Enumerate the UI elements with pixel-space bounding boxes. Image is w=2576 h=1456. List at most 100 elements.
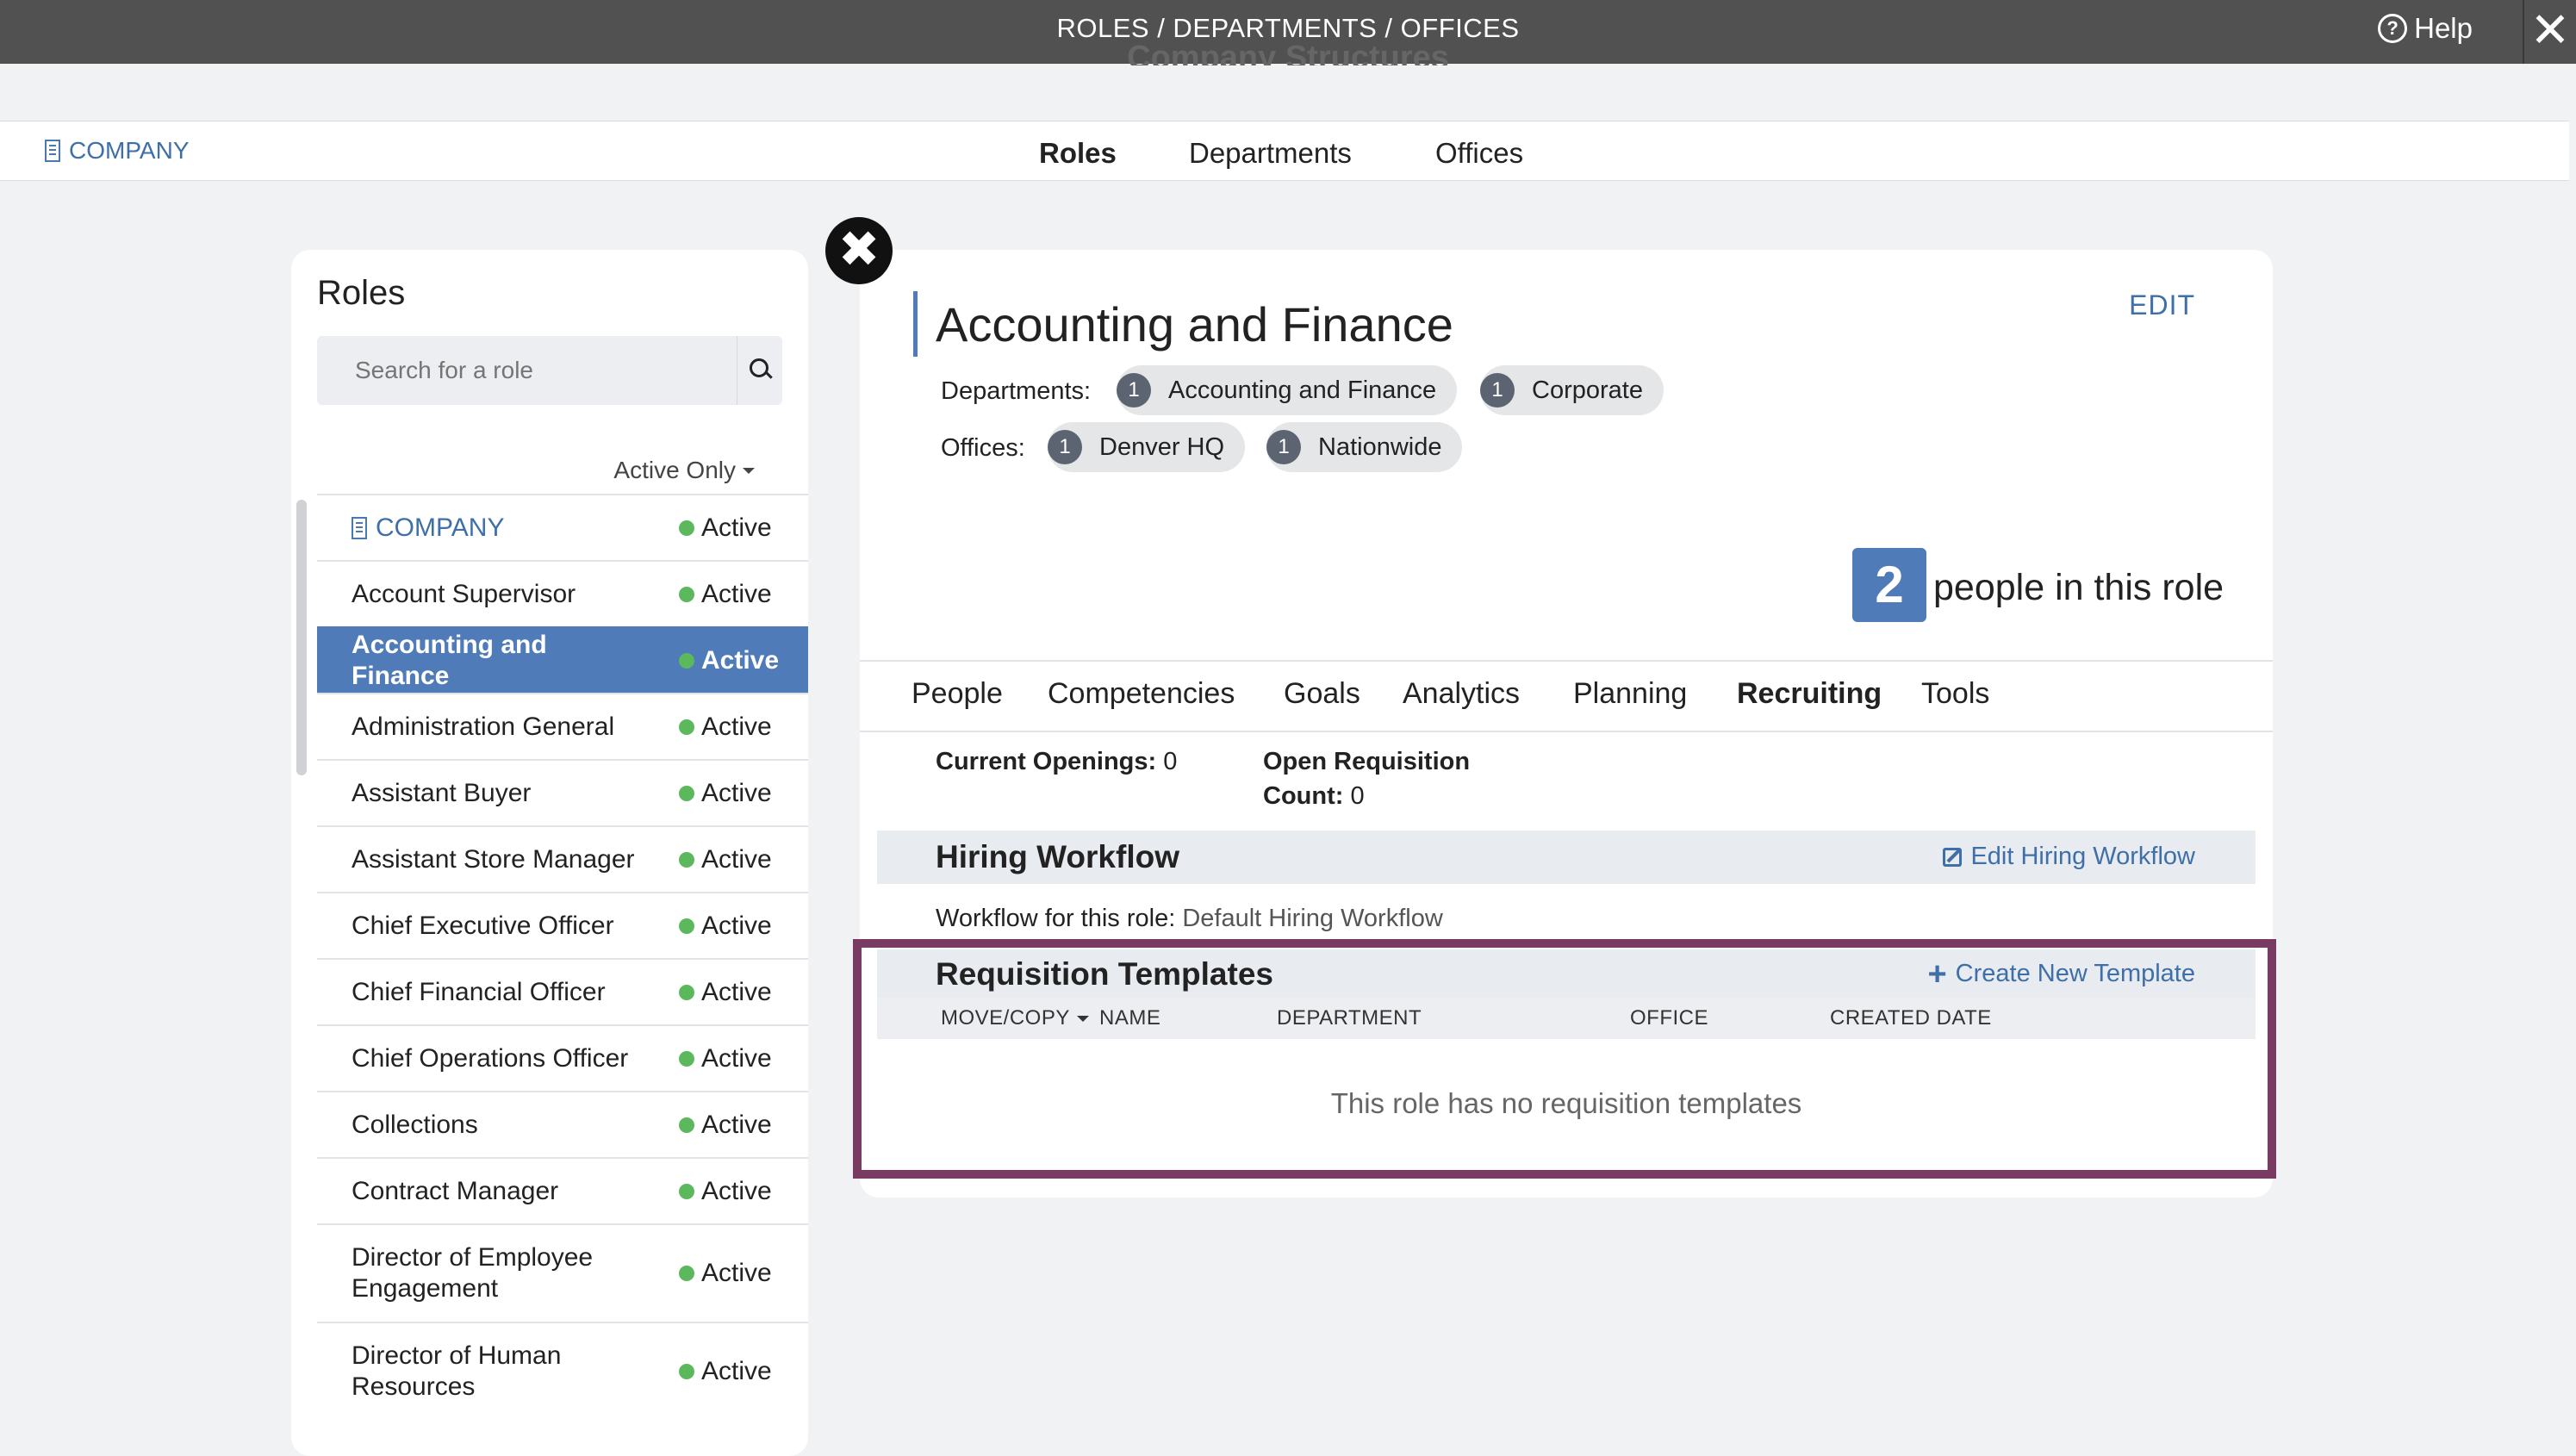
role-status: Active (701, 1357, 772, 1385)
workflow-label: Workflow for this role: (936, 905, 1176, 932)
role-item[interactable]: Director of Human Resources Active (317, 1322, 808, 1420)
status-filter-dropdown[interactable]: Active Only (613, 457, 755, 484)
building-icon (352, 516, 367, 539)
role-status: Active (701, 579, 772, 608)
role-item-company[interactable]: COMPANY Active (317, 494, 808, 560)
role-name: Collections (352, 1110, 478, 1139)
role-name: Director of Human Resources (352, 1341, 562, 1401)
role-name: Assistant Buyer (352, 778, 532, 807)
role-name: Assistant Store Manager (352, 844, 635, 874)
tab-people[interactable]: People (912, 677, 1003, 711)
role-name: Accounting and Finance (352, 630, 547, 690)
tab-planning[interactable]: Planning (1573, 677, 1687, 711)
open-requisition-value: 0 (1350, 782, 1365, 810)
role-name: Chief Executive Officer (352, 911, 614, 940)
workflow-value: Default Hiring Workflow (1182, 905, 1443, 932)
role-tabs: People Competencies Goals Analytics Plan… (860, 660, 2273, 732)
tab-offices[interactable]: Offices (1435, 137, 1523, 170)
hiring-workflow-header: Hiring Workflow Edit Hiring Workflow (877, 831, 2256, 884)
role-item[interactable]: Chief Executive Officer Active (317, 892, 808, 958)
active-dot-icon (679, 984, 694, 1000)
tab-tools[interactable]: Tools (1921, 677, 1989, 711)
role-status: Active (701, 1176, 772, 1205)
role-status: Active (701, 645, 780, 675)
active-dot-icon (679, 1364, 694, 1379)
tab-goals[interactable]: Goals (1284, 677, 1360, 711)
help-label: Help (2414, 12, 2473, 44)
edit-button[interactable]: EDIT (2129, 289, 2195, 321)
roles-heading: Roles (317, 274, 406, 312)
role-item[interactable]: Account Supervisor Active (317, 560, 808, 626)
role-title: Accounting and Finance (936, 297, 1453, 352)
tab-roles[interactable]: Roles (1039, 137, 1117, 170)
role-name: Administration General (352, 712, 615, 741)
active-dot-icon (679, 520, 694, 536)
help-link[interactable]: ? Help (2378, 12, 2473, 45)
departments-label: Departments: (941, 377, 1092, 405)
active-dot-icon (679, 586, 694, 602)
structure-nav: COMPANY Roles Departments Offices (0, 121, 2569, 181)
active-dot-icon (679, 851, 694, 868)
role-name: Contract Manager (352, 1176, 559, 1205)
roles-scrollbar[interactable] (296, 500, 307, 775)
office-name: Nationwide (1318, 432, 1442, 461)
people-count-label: people in this role (1933, 567, 2224, 608)
role-name: COMPANY (376, 513, 505, 542)
office-count: 1 (1266, 430, 1301, 464)
tab-recruiting[interactable]: Recruiting (1737, 677, 1882, 711)
search-icon (750, 358, 768, 377)
edit-hiring-workflow-link[interactable]: Edit Hiring Workflow (1943, 843, 2195, 871)
role-item[interactable]: Administration General Active (317, 693, 808, 759)
role-status: Active (701, 778, 772, 807)
active-dot-icon (679, 1183, 694, 1199)
department-chip[interactable]: 1 Corporate (1480, 365, 1664, 415)
role-status: Active (701, 1043, 772, 1073)
role-name: Director of Employee Engagement (352, 1243, 594, 1303)
role-item-selected[interactable]: Accounting and Finance Active (317, 626, 808, 693)
open-requisition-count: Open Requisition Count: 0 (1263, 744, 1470, 813)
building-icon (45, 140, 60, 162)
tab-departments[interactable]: Departments (1189, 137, 1352, 170)
office-chip[interactable]: 1 Denver HQ (1048, 422, 1246, 472)
people-count-badge[interactable]: 2 (1852, 548, 1926, 622)
close-detail-button[interactable]: ✖ (825, 217, 893, 284)
active-dot-icon (679, 719, 694, 735)
tab-competencies[interactable]: Competencies (1048, 677, 1235, 711)
tab-analytics[interactable]: Analytics (1403, 677, 1520, 711)
office-chip[interactable]: 1 Nationwide (1266, 422, 1463, 472)
role-status: Active (701, 844, 772, 874)
search-button[interactable] (737, 336, 782, 405)
department-count: 1 (1480, 373, 1515, 408)
company-link[interactable]: COMPANY (45, 137, 190, 165)
active-dot-icon (679, 1117, 694, 1133)
caret-down-icon (743, 467, 755, 474)
status-filter-label: Active Only (613, 457, 736, 483)
page-title: Company Structures (1127, 45, 1449, 65)
modal-title: ROLES / DEPARTMENTS / OFFICES (1056, 13, 1520, 43)
role-item[interactable]: Contract Manager Active (317, 1157, 808, 1223)
offices-label: Offices: (941, 434, 1025, 462)
role-search (317, 336, 782, 405)
highlight-box (853, 939, 2276, 1179)
role-item[interactable]: Collections Active (317, 1091, 808, 1157)
role-status: Active (701, 977, 772, 1006)
active-dot-icon (679, 785, 694, 801)
office-name: Denver HQ (1099, 432, 1225, 461)
role-name: Chief Financial Officer (352, 977, 606, 1006)
role-item[interactable]: Director of Employee Engagement Active (317, 1223, 808, 1322)
role-item[interactable]: Chief Financial Officer Active (317, 958, 808, 1024)
role-item[interactable]: Chief Operations Officer Active (317, 1024, 808, 1091)
open-requisition-count-label: Count: (1263, 782, 1344, 810)
department-chip[interactable]: 1 Accounting and Finance (1117, 365, 1458, 415)
role-status: Active (701, 911, 772, 940)
office-count: 1 (1048, 430, 1082, 464)
department-count: 1 (1117, 373, 1151, 408)
role-status: Active (701, 1259, 772, 1287)
current-openings-label: Current Openings: (936, 748, 1157, 775)
role-item[interactable]: Assistant Store Manager Active (317, 825, 808, 892)
active-dot-icon (679, 1050, 694, 1067)
role-search-input[interactable] (317, 336, 737, 405)
role-item[interactable]: Assistant Buyer Active (317, 759, 808, 825)
department-name: Corporate (1532, 376, 1643, 404)
company-link-label: COMPANY (69, 137, 190, 164)
